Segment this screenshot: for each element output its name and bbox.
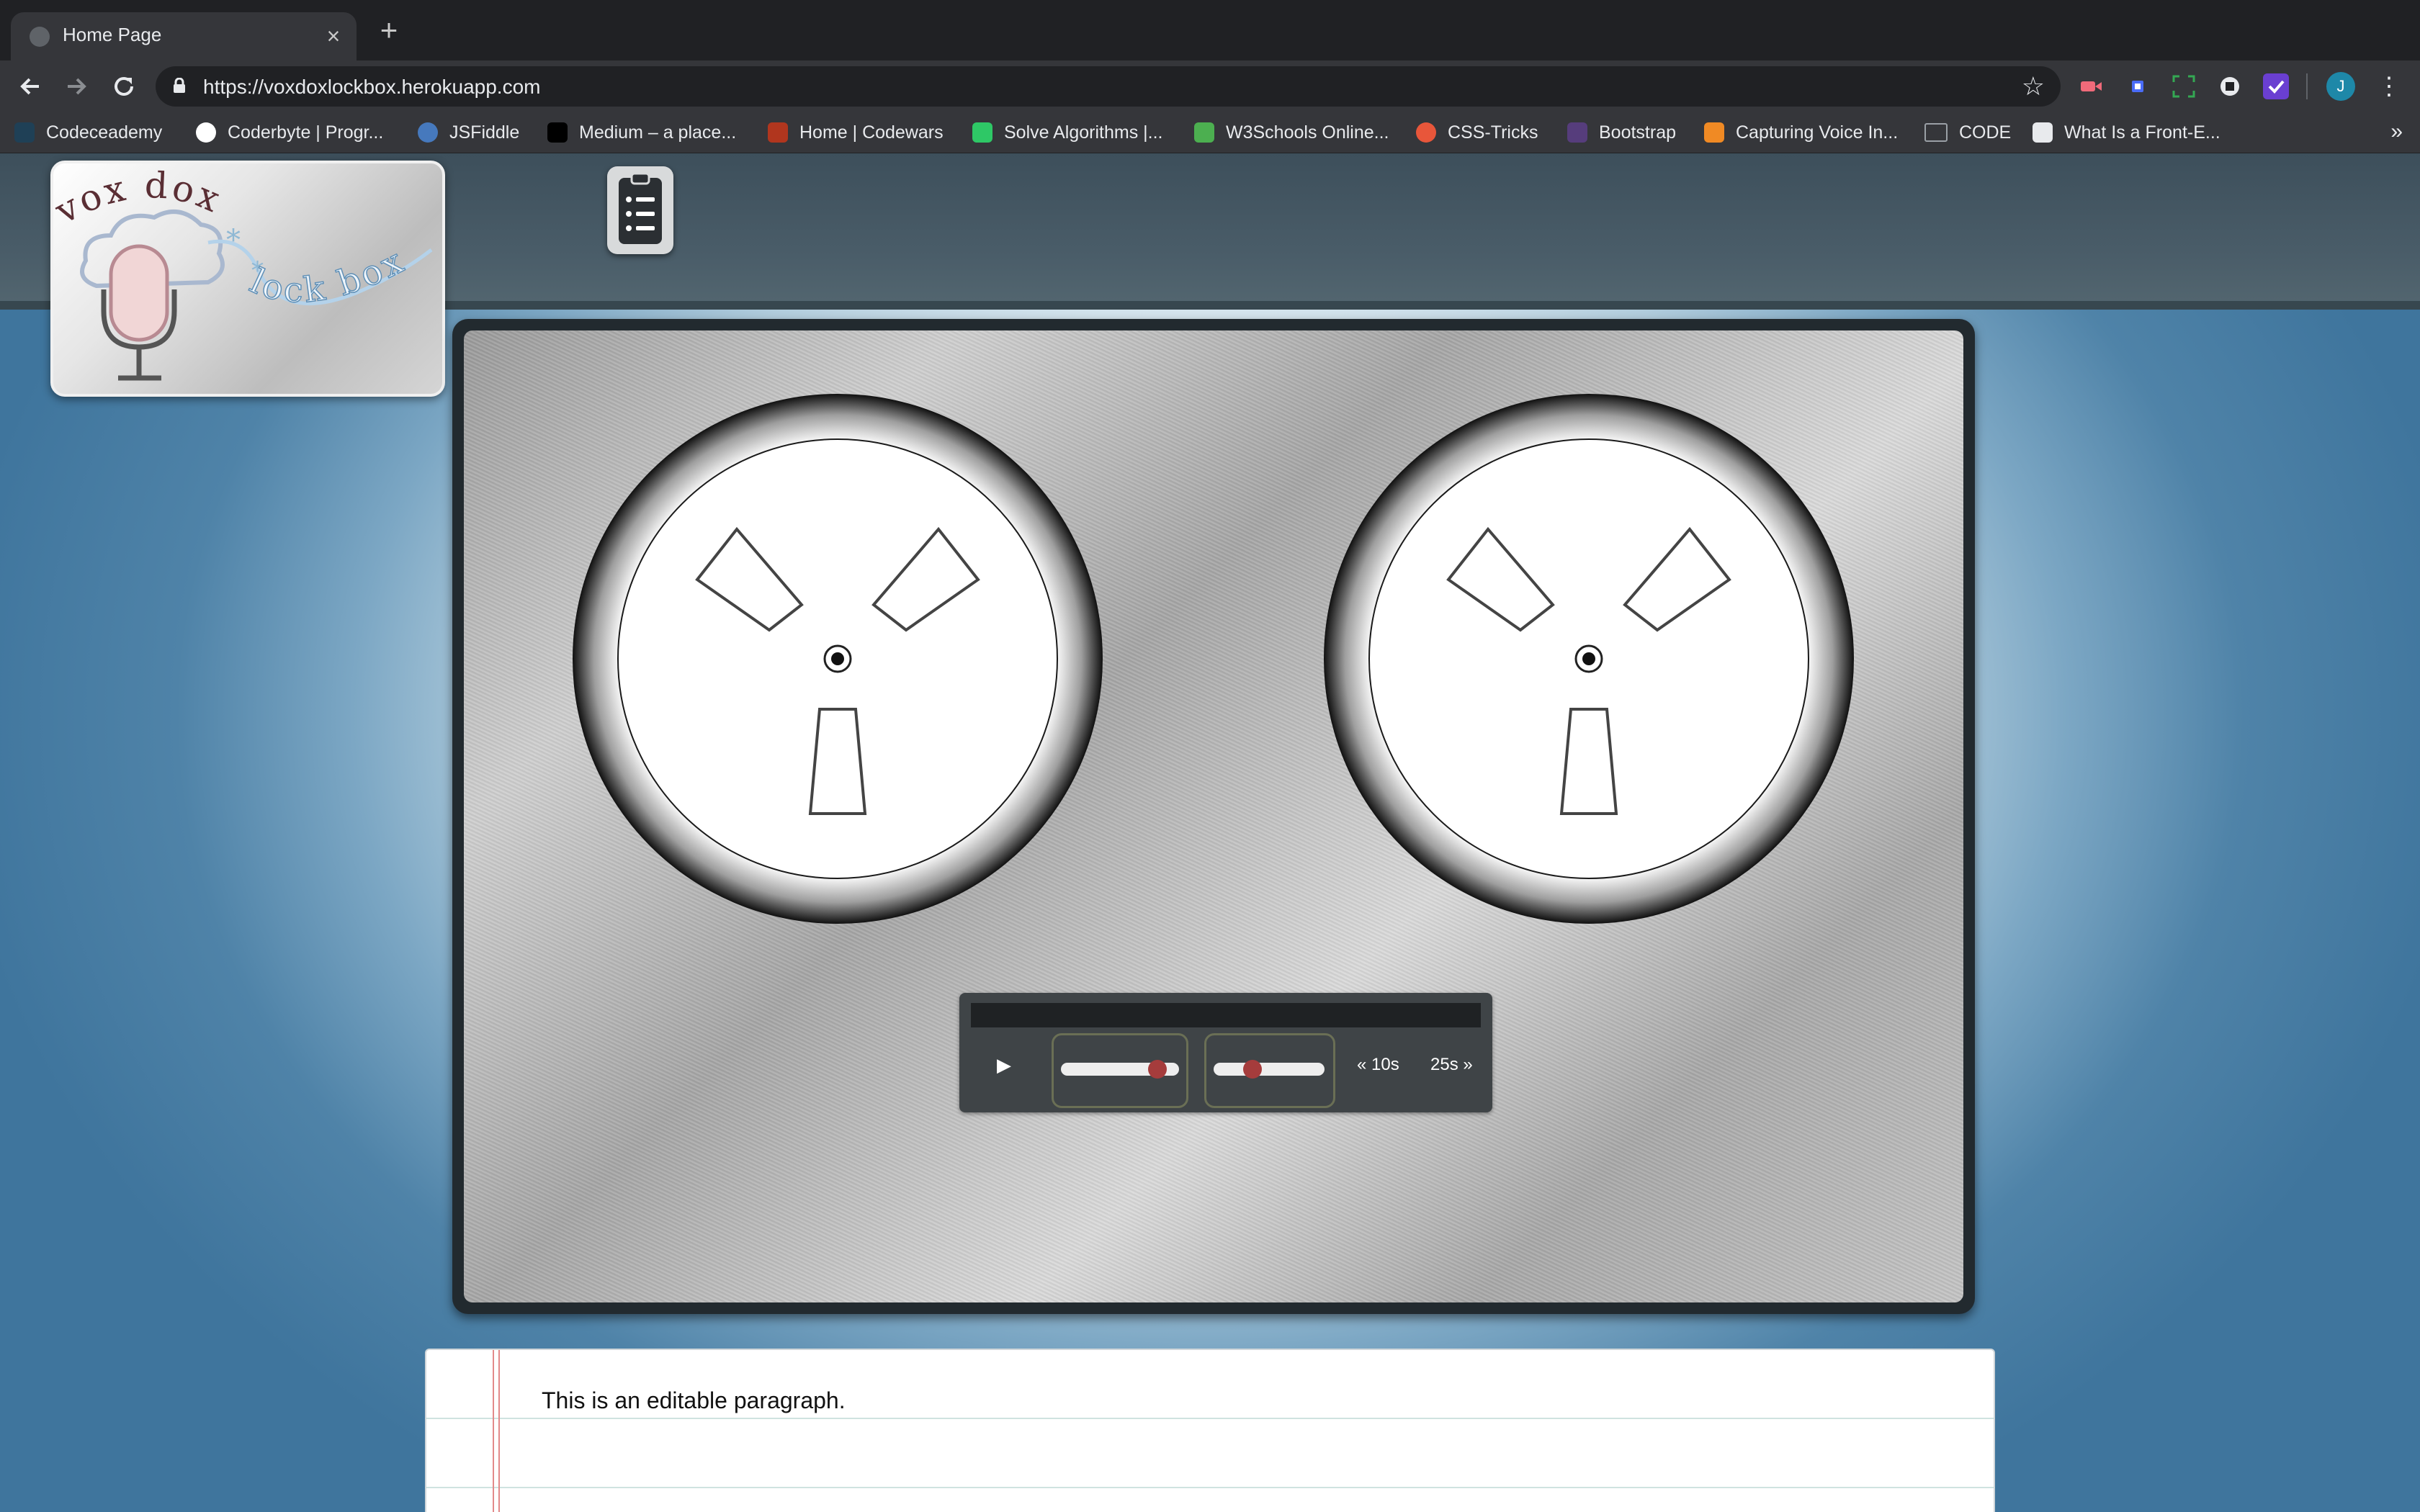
left-reel	[573, 394, 1103, 924]
bookmark-coderbyte[interactable]: Coderbyte | Progr...	[196, 112, 383, 153]
vox-dox-lockbox-logo[interactable]: vox dox * * lock box	[50, 161, 445, 397]
bookmark-label: JSFiddle	[449, 122, 520, 143]
extension-square-icon[interactable]	[2125, 73, 2151, 99]
more-bookmarks-icon[interactable]: »	[2390, 120, 2403, 144]
notebook-paper: This is an editable paragraph.	[425, 1349, 1995, 1512]
extension-circle-icon[interactable]	[2217, 73, 2243, 99]
audio-display-bar	[971, 1003, 1481, 1027]
extension-check-icon[interactable]	[2263, 73, 2289, 99]
profile-avatar[interactable]: J	[2326, 72, 2355, 101]
lock-icon	[173, 77, 186, 94]
tab-close-icon[interactable]: ×	[321, 20, 346, 52]
new-tab-button[interactable]: +	[375, 15, 403, 45]
bookmark-label: Coderbyte | Progr...	[228, 122, 384, 143]
bookmark-folder-code[interactable]: CODE	[1924, 112, 2011, 153]
w3schools-icon	[1194, 122, 1214, 143]
logo-art: vox dox * * lock box	[53, 164, 433, 381]
css-tricks-icon	[1416, 122, 1436, 143]
codecademy-icon	[14, 122, 35, 143]
bookmark-capturing-voice[interactable]: Capturing Voice In...	[1704, 112, 1898, 153]
book-icon	[2033, 122, 2053, 143]
bookmark-label: Codeceademy	[46, 122, 163, 143]
back-arrow-icon[interactable]	[14, 71, 46, 102]
bookmark-front-end[interactable]: What Is a Front-E...	[2033, 112, 2220, 153]
reload-icon[interactable]	[108, 71, 140, 102]
margin-line	[493, 1350, 494, 1512]
volume-thumb[interactable]	[1242, 1060, 1262, 1079]
bookmark-w3schools[interactable]: W3Schools Online...	[1194, 112, 1389, 153]
bootstrap-icon	[1567, 122, 1587, 143]
volume-track	[1214, 1063, 1325, 1076]
cube-icon	[1704, 122, 1724, 143]
bookmark-hackerrank[interactable]: Solve Algorithms |...	[972, 112, 1162, 153]
right-reel	[1324, 394, 1854, 924]
clipboard-list-icon	[619, 172, 662, 244]
bookmark-codecademy[interactable]: Codeceademy	[14, 112, 162, 153]
bookmark-css-tricks[interactable]: CSS-Tricks	[1416, 112, 1538, 153]
page-content: vox dox * * lock box	[0, 153, 2420, 1512]
play-button[interactable]: ▶	[990, 1050, 1018, 1079]
svg-text:*: *	[226, 224, 241, 257]
bookmark-label: CODE	[1959, 122, 2012, 143]
bookmark-label: Home | Codewars	[799, 122, 944, 143]
jsfiddle-icon	[418, 122, 438, 143]
extension-screenshot-icon[interactable]	[2171, 73, 2197, 99]
browser-toolbar: https://voxdoxlockbox.herokuapp.com ☆ J …	[0, 60, 2420, 112]
margin-line	[498, 1350, 500, 1512]
bookmark-star-icon[interactable]: ☆	[2022, 72, 2045, 101]
forward-25s-button[interactable]: 25s »	[1430, 1050, 1473, 1079]
browser-menu-icon[interactable]: ⋮	[2377, 71, 2401, 102]
logo-text-top: vox dox	[53, 164, 228, 233]
bookmark-label: Capturing Voice In...	[1736, 122, 1899, 143]
medium-icon	[547, 122, 568, 143]
globe-icon	[30, 27, 50, 47]
bookmark-bootstrap[interactable]: Bootstrap	[1567, 112, 1676, 153]
bookmark-medium[interactable]: Medium – a place...	[547, 112, 736, 153]
progress-slider[interactable]	[1052, 1033, 1188, 1108]
bookmarks-bar: Codeceademy Coderbyte | Progr... JSFiddl…	[0, 112, 2420, 153]
bookmark-label: Medium – a place...	[579, 122, 737, 143]
codewars-icon	[768, 122, 788, 143]
editable-paragraph[interactable]: This is an editable paragraph.	[542, 1387, 846, 1414]
hackerrank-icon	[972, 122, 992, 143]
extension-video-icon[interactable]	[2078, 73, 2104, 99]
bookmark-jsfiddle[interactable]: JSFiddle	[418, 112, 519, 153]
tape-deck: ▶ « 10s 25s »	[452, 319, 1975, 1314]
address-bar[interactable]: https://voxdoxlockbox.herokuapp.com ☆	[156, 66, 2061, 107]
toolbar-divider	[2306, 73, 2308, 99]
volume-slider[interactable]	[1204, 1033, 1335, 1108]
bookmark-label: Solve Algorithms |...	[1004, 122, 1163, 143]
microphone-icon	[109, 244, 169, 342]
folder-icon	[1924, 123, 1948, 142]
forward-arrow-icon[interactable]	[60, 71, 92, 102]
bookmark-label: CSS-Tricks	[1448, 122, 1538, 143]
logo-text-bottom: lock box	[244, 240, 412, 310]
progress-thumb[interactable]	[1148, 1060, 1168, 1079]
tape-deck-faceplate: ▶ « 10s 25s »	[464, 330, 1963, 1302]
url-text: https://voxdoxlockbox.herokuapp.com	[203, 76, 541, 98]
bookmark-label: Bootstrap	[1599, 122, 1677, 143]
browser-tab[interactable]: Home Page ×	[11, 12, 357, 60]
rewind-10s-button[interactable]: « 10s	[1357, 1050, 1399, 1079]
notes-list-button[interactable]	[607, 166, 673, 254]
audio-player-controls: ▶ « 10s 25s »	[959, 993, 1492, 1112]
bookmark-label: What Is a Front-E...	[2064, 122, 2220, 143]
bookmark-label: W3Schools Online...	[1226, 122, 1389, 143]
tab-title: Home Page	[63, 24, 162, 45]
coderbyte-icon	[196, 122, 216, 143]
bookmark-codewars[interactable]: Home | Codewars	[768, 112, 944, 153]
browser-tab-strip: Home Page × +	[0, 0, 2420, 60]
